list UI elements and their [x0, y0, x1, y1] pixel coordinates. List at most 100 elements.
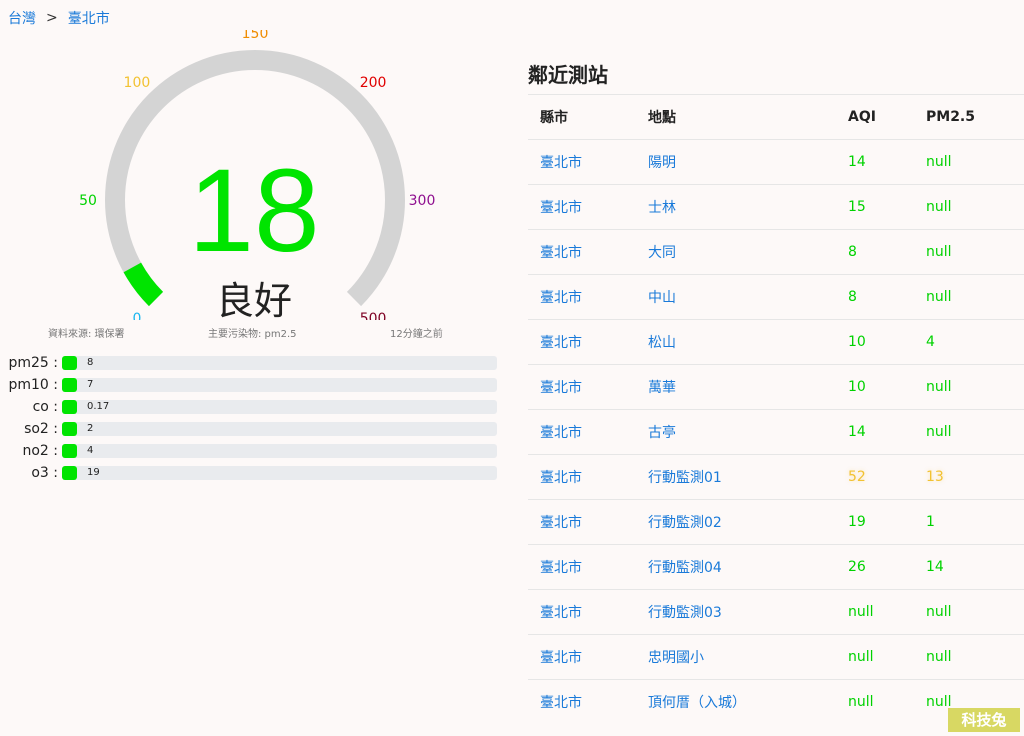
pollutant-bar: 8 — [62, 356, 497, 370]
aqi-gauge: 0 50 100 150 200 300 500 18 良好 — [0, 30, 510, 323]
watermark-logo: 科技兔 — [948, 708, 1020, 732]
station-location-link[interactable]: 行動監測02 — [636, 499, 836, 545]
station-pm25: null — [914, 409, 1024, 455]
station-aqi: 10 — [836, 364, 914, 410]
header-aqi: AQI — [836, 94, 914, 140]
pollutant-bar: 19 — [62, 466, 497, 480]
station-city-link[interactable]: 臺北市 — [528, 139, 636, 185]
pollutant-row: o3 : 19 — [0, 462, 510, 484]
stations-title: 鄰近測站 — [528, 63, 608, 87]
station-aqi: 15 — [836, 184, 914, 230]
station-city-link[interactable]: 臺北市 — [528, 364, 636, 410]
station-aqi: 52 — [836, 454, 914, 500]
table-row[interactable]: 臺北市 萬華 10 null — [528, 364, 1024, 410]
station-location-link[interactable]: 行動監測04 — [636, 544, 836, 590]
aqi-value: 18 — [188, 145, 320, 277]
station-location-link[interactable]: 大同 — [636, 229, 836, 275]
gauge-tick-label: 150 — [242, 30, 269, 42]
gauge-fill — [123, 262, 164, 307]
station-aqi: 26 — [836, 544, 914, 590]
stations-table: 縣市 地點 AQI PM2.5 臺北市 陽明 14 null 臺北市 士林 15 null 臺北… — [528, 94, 1024, 725]
station-aqi: null — [836, 679, 914, 725]
station-location-link[interactable]: 頂何厝（入城） — [636, 679, 836, 725]
breadcrumb-separator: > — [46, 10, 58, 26]
station-pm25: 14 — [914, 544, 1024, 590]
pollutant-bar-fill — [62, 466, 77, 480]
breadcrumb-country-link[interactable]: 台灣 — [8, 8, 36, 28]
pollutant-row: no2 : 4 — [0, 440, 510, 462]
pollutant-bar: 4 — [62, 444, 497, 458]
pollutant-list: pm25 : 8 pm10 : 7 co : 0.17 so2 : 2 no2 : 4 o3 : 19 — [0, 352, 510, 484]
data-source: 資料來源: 環保署 — [48, 329, 125, 340]
station-location-link[interactable]: 中山 — [636, 274, 836, 320]
station-pm25: null — [914, 274, 1024, 320]
gauge-tick-label: 0 — [132, 311, 141, 320]
table-row[interactable]: 臺北市 陽明 14 null — [528, 139, 1024, 185]
station-aqi: null — [836, 634, 914, 680]
station-aqi: null — [836, 589, 914, 635]
station-location-link[interactable]: 忠明國小 — [636, 634, 836, 680]
station-location-link[interactable]: 士林 — [636, 184, 836, 230]
pollutant-bar-fill — [62, 422, 77, 436]
pollutant-name: no2 : — [22, 443, 58, 459]
station-location-link[interactable]: 行動監測01 — [636, 454, 836, 500]
station-city-link[interactable]: 臺北市 — [528, 409, 636, 455]
table-row[interactable]: 臺北市 松山 10 4 — [528, 319, 1024, 365]
breadcrumb-city-link[interactable]: 臺北市 — [68, 8, 110, 28]
station-pm25: null — [914, 139, 1024, 185]
station-city-link[interactable]: 臺北市 — [528, 499, 636, 545]
station-city-link[interactable]: 臺北市 — [528, 319, 636, 365]
pollutant-value: 2 — [87, 423, 94, 434]
station-pm25: null — [914, 184, 1024, 230]
station-aqi: 14 — [836, 139, 914, 185]
header-pm25: PM2.5 — [914, 94, 1024, 140]
pollutant-name: pm10 : — [8, 377, 58, 393]
station-pm25: null — [914, 589, 1024, 635]
station-location-link[interactable]: 陽明 — [636, 139, 836, 185]
station-location-link[interactable]: 萬華 — [636, 364, 836, 410]
pollutant-name: so2 : — [24, 421, 58, 437]
table-row[interactable]: 臺北市 忠明國小 null null — [528, 634, 1024, 680]
pollutant-bar: 0.17 — [62, 400, 497, 414]
update-time: 12分鐘之前 — [390, 329, 443, 340]
table-row[interactable]: 臺北市 士林 15 null — [528, 184, 1024, 230]
station-city-link[interactable]: 臺北市 — [528, 454, 636, 500]
table-header-row: 縣市 地點 AQI PM2.5 — [528, 94, 1024, 140]
station-aqi: 8 — [836, 229, 914, 275]
table-row[interactable]: 臺北市 行動監測01 52 13 — [528, 454, 1024, 500]
station-city-link[interactable]: 臺北市 — [528, 679, 636, 725]
pollutant-bar: 7 — [62, 378, 497, 392]
station-city-link[interactable]: 臺北市 — [528, 634, 636, 680]
gauge-tick-label: 50 — [79, 193, 97, 209]
station-pm25: 13 — [914, 454, 1024, 500]
station-city-link[interactable]: 臺北市 — [528, 544, 636, 590]
pollutant-bar-fill — [62, 378, 77, 392]
station-city-link[interactable]: 臺北市 — [528, 589, 636, 635]
station-city-link[interactable]: 臺北市 — [528, 274, 636, 320]
pollutant-bar-fill — [62, 444, 77, 458]
table-row[interactable]: 臺北市 古亭 14 null — [528, 409, 1024, 455]
pollutant-value: 8 — [87, 357, 94, 368]
station-aqi: 8 — [836, 274, 914, 320]
station-pm25: null — [914, 229, 1024, 275]
station-city-link[interactable]: 臺北市 — [528, 184, 636, 230]
pollutant-value: 4 — [87, 445, 94, 456]
header-location: 地點 — [636, 94, 836, 140]
pollutant-row: pm25 : 8 — [0, 352, 510, 374]
station-city-link[interactable]: 臺北市 — [528, 229, 636, 275]
station-aqi: 19 — [836, 499, 914, 545]
table-row[interactable]: 臺北市 行動監測02 19 1 — [528, 499, 1024, 545]
table-row[interactable]: 臺北市 中山 8 null — [528, 274, 1024, 320]
pollutant-value: 0.17 — [87, 401, 110, 412]
header-city: 縣市 — [528, 94, 636, 140]
station-location-link[interactable]: 行動監測03 — [636, 589, 836, 635]
station-location-link[interactable]: 松山 — [636, 319, 836, 365]
table-row[interactable]: 臺北市 行動監測03 null null — [528, 589, 1024, 635]
table-row[interactable]: 臺北市 大同 8 null — [528, 229, 1024, 275]
pollutant-value: 19 — [87, 467, 100, 478]
pollutant-bar-fill — [62, 400, 77, 414]
station-location-link[interactable]: 古亭 — [636, 409, 836, 455]
table-row[interactable]: 臺北市 行動監測04 26 14 — [528, 544, 1024, 590]
pollutant-row: co : 0.17 — [0, 396, 510, 418]
pollutant-name: o3 : — [31, 465, 58, 481]
